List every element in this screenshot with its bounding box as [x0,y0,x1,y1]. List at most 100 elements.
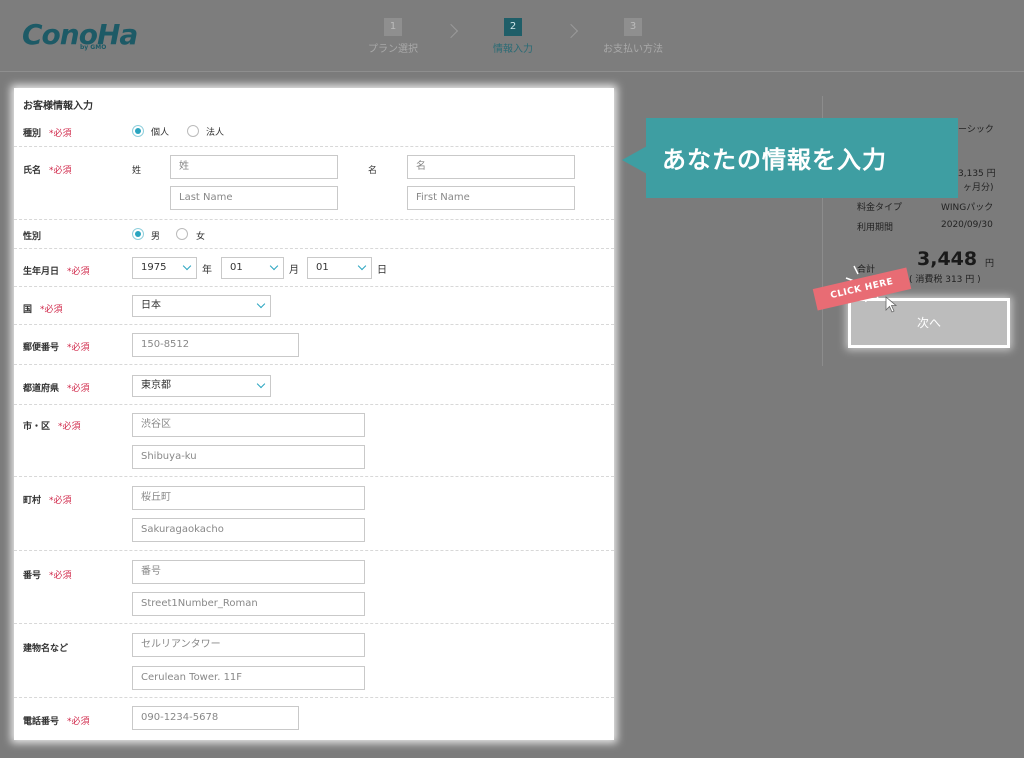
required-mark: *必須 [49,496,72,506]
cursor-pointer-icon [885,296,898,313]
tax-amount: ( 消費税 313 円 ) [909,275,981,285]
row-phone: 電話番号 *必須 090-1234-5678 [14,698,614,740]
step-arrow-icon [443,23,459,39]
form-title: お客様情報入力 [23,101,93,112]
required-mark: *必須 [40,305,63,315]
radio-individual[interactable] [132,125,144,137]
required-mark: *必須 [58,422,81,432]
row-city: 市・区 *必須 渋谷区 Shibuya-ku [14,405,614,477]
site-header: ConoHa by GMO 1 プラン選択 2 情報入力 3 お支払い方法 [0,0,1024,72]
city-jp-input[interactable]: 渋谷区 [132,413,365,437]
radio-label: 法人 [206,128,225,138]
chevron-down-icon [256,379,266,389]
plan-name-partial: ーシック [958,125,994,135]
field-label: 建物名など [23,644,69,654]
postal-code-input[interactable]: 150-8512 [132,333,299,357]
building-jp-input[interactable]: セルリアンタワー [132,633,365,657]
field-label: 都道府県 *必須 [23,384,90,394]
chevron-down-icon [256,299,266,309]
total-amount: 3,448 [917,248,978,270]
chevron-down-icon [357,261,367,271]
street-number-jp-input[interactable]: 番号 [132,560,365,584]
callout-pointer [622,146,647,174]
step-info-input: 2 情報入力 [473,18,553,55]
required-mark: *必須 [49,571,72,581]
last-name-jp-input[interactable]: 姓 [170,155,338,179]
birth-month-select[interactable]: 01 [221,257,284,279]
birth-year-select[interactable]: 1975 [132,257,197,279]
step-number: 2 [504,18,522,36]
field-label: 種別 *必須 [23,129,72,139]
row-building: 建物名など セルリアンタワー Cerulean Tower. 11F [14,624,614,698]
fee-type-label: 料金タイプ [857,203,903,213]
radio-label: 男 [151,232,161,242]
step-plan-select: 1 プラン選択 [353,18,433,55]
months-partial: ヶ月分) [963,183,994,193]
radio-corporation[interactable] [187,125,199,137]
year-unit: 年 [202,265,212,276]
step-label: お支払い方法 [603,44,663,55]
row-type: 種別 *必須 個人 法人 [14,116,614,147]
field-label: 町村 *必須 [23,496,72,506]
row-prefecture: 都道府県 *必須 東京都 [14,365,614,405]
radio-male[interactable] [132,228,144,240]
radio-label: 女 [196,232,206,242]
row-town: 町村 *必須 桜丘町 Sakuragaokacho [14,477,614,551]
town-jp-input[interactable]: 桜丘町 [132,486,365,510]
period-value: 2020/09/30 [941,220,993,230]
field-label: 郵便番号 *必須 [23,343,90,353]
mei-label: 名 [368,166,378,176]
row-birthday: 生年月日 *必須 1975 年 01 月 01 日 [14,249,614,287]
callout-text: あなたの情報を入力 [662,146,887,174]
birth-day-select[interactable]: 01 [307,257,372,279]
field-label: 性別 [23,232,42,242]
step-arrow-icon [563,23,579,39]
phone-input[interactable]: 090-1234-5678 [132,706,299,730]
day-unit: 日 [377,265,387,276]
building-en-input[interactable]: Cerulean Tower. 11F [132,666,365,690]
required-mark: *必須 [49,129,72,139]
yen-unit: 円 [985,259,995,269]
step-label: プラン選択 [368,44,418,55]
country-select[interactable]: 日本 [132,295,271,317]
field-label: 氏名 *必須 [23,166,72,176]
field-label: 電話番号 *必須 [23,717,90,727]
step-label: 情報入力 [493,44,533,55]
prefecture-select[interactable]: 東京都 [132,375,271,397]
row-gender: 性別 男 女 [14,220,614,249]
step-payment: 3 お支払い方法 [593,18,673,55]
row-country: 国 *必須 日本 [14,287,614,325]
sei-label: 姓 [132,166,142,176]
row-name: 氏名 *必須 姓 姓 Last Name 名 名 First Name [14,147,614,220]
field-label: 市・区 *必須 [23,422,81,432]
logo-sub-text: by GMO [80,44,107,51]
last-name-en-input[interactable]: Last Name [170,186,338,210]
city-en-input[interactable]: Shibuya-ku [132,445,365,469]
instruction-callout: あなたの情報を入力 [646,118,958,198]
step-number: 3 [624,18,642,36]
fee-type-value: WINGパック [941,203,994,213]
street-number-en-input[interactable]: Street1Number_Roman [132,592,365,616]
step-number: 1 [384,18,402,36]
radio-label: 個人 [151,128,170,138]
row-postal: 郵便番号 *必須 150-8512 [14,325,614,365]
first-name-jp-input[interactable]: 名 [407,155,575,179]
chevron-down-icon [269,261,279,271]
field-label: 生年月日 *必須 [23,267,90,277]
first-name-en-input[interactable]: First Name [407,186,575,210]
conoha-logo[interactable]: ConoHa by GMO [22,18,138,58]
month-unit: 月 [289,265,299,276]
period-label: 利用期間 [857,223,894,233]
customer-info-form: お客様情報入力 種別 *必須 個人 法人 氏名 *必須 姓 姓 Last Name … [14,88,614,740]
field-label: 番号 *必須 [23,571,72,581]
price-partial: 3,135 円 [958,169,996,179]
radio-female[interactable] [176,228,188,240]
required-mark: *必須 [67,343,90,353]
town-en-input[interactable]: Sakuragaokacho [132,518,365,542]
field-label: 国 *必須 [23,305,63,315]
required-mark: *必須 [67,267,90,277]
row-number: 番号 *必須 番号 Street1Number_Roman [14,551,614,624]
chevron-down-icon [182,261,192,271]
required-mark: *必須 [67,717,90,727]
required-mark: *必須 [49,166,72,176]
